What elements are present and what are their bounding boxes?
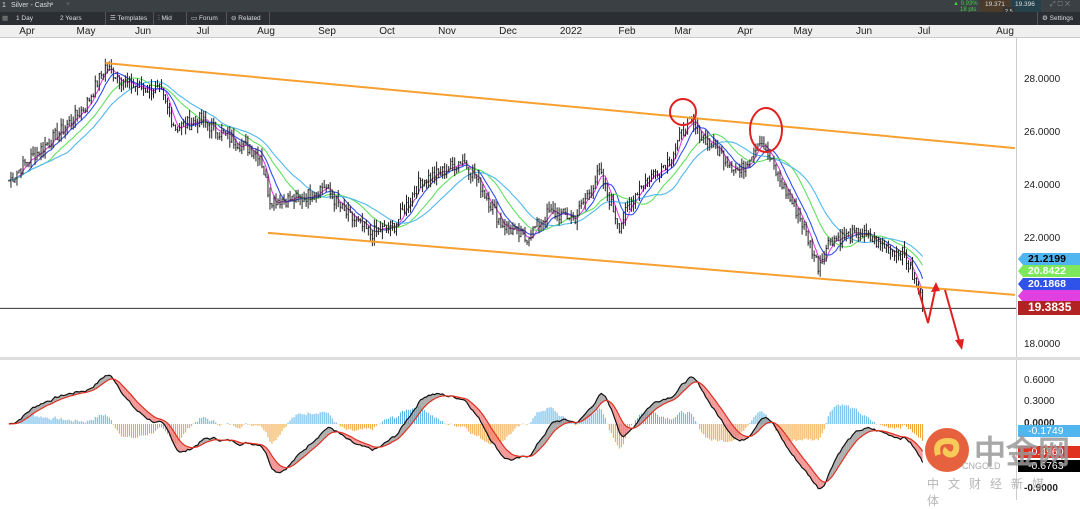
- add-tab-icon[interactable]: +: [66, 0, 70, 10]
- search-icon[interactable]: ⌕: [50, 0, 54, 10]
- annotation-arrow-down: [945, 290, 960, 344]
- settings-label: Settings: [1050, 15, 1074, 22]
- title-bar: 1 Silver - Cash ⌕ + ▲ 0.93% 18 pts 19.37…: [0, 0, 1080, 12]
- x-tick-label: Jul: [197, 26, 210, 37]
- signal-line: [9, 379, 923, 482]
- macd-y-tick-label: 0.6000: [1024, 375, 1055, 386]
- range-select[interactable]: 2 Years: [60, 14, 82, 24]
- ma-value-tag: 20.8422: [1018, 265, 1080, 277]
- moving-average-line: [9, 69, 923, 292]
- mid-button[interactable]: ⫶ Mid: [158, 14, 172, 24]
- related-label: Related: [238, 15, 260, 22]
- x-tick-label: Apr: [19, 26, 35, 37]
- x-tick-label: 2022: [560, 26, 582, 37]
- macd-line: [9, 375, 923, 488]
- bid-price[interactable]: 19.371: [985, 0, 1005, 10]
- y-tick-label: 26.0000: [1024, 127, 1060, 138]
- x-tick-label: Apr: [737, 26, 753, 37]
- layout-icon[interactable]: ▦: [2, 14, 8, 24]
- y-tick-label: 28.0000: [1024, 74, 1060, 85]
- related-button[interactable]: ⊖ Related: [231, 14, 261, 24]
- templates-button[interactable]: ☰ Templates: [110, 14, 147, 24]
- forum-icon: ▭: [191, 15, 199, 22]
- x-tick-label: Aug: [996, 26, 1014, 37]
- x-tick-label: Jun: [135, 26, 151, 37]
- macd-chart[interactable]: [0, 360, 1080, 500]
- mid-label: Mid: [161, 15, 171, 22]
- y-tick-label: 18.0000: [1024, 339, 1060, 350]
- x-tick-label: May: [794, 26, 813, 37]
- last-price-tag: 19.3835: [1018, 301, 1080, 315]
- annotation-arrowhead: [955, 339, 964, 350]
- channel-upper-line: [105, 63, 1015, 148]
- x-tick-label: Jul: [918, 26, 931, 37]
- ma-value-tag: 21.2199: [1018, 253, 1080, 265]
- window-controls-icon[interactable]: ⤢ ▢ ✕: [1050, 0, 1070, 10]
- forum-label: Forum: [199, 15, 218, 22]
- templates-icon: ☰: [110, 15, 118, 22]
- x-tick-label: Mar: [674, 26, 691, 37]
- forum-button[interactable]: ▭ Forum: [191, 14, 218, 24]
- instrument-tab[interactable]: Silver - Cash: [11, 1, 51, 11]
- annotation-arrowhead: [931, 282, 940, 292]
- ask-price[interactable]: 19.396: [1015, 0, 1035, 10]
- toolbar: ▦ 1 Day 2 Years ☰ Templates ⫶ Mid ▭ Foru…: [0, 12, 1080, 25]
- y-tick-label: 24.0000: [1024, 180, 1060, 191]
- templates-label: Templates: [118, 15, 148, 22]
- x-tick-label: Sep: [318, 26, 336, 37]
- x-tick-label: Oct: [379, 26, 395, 37]
- x-tick-label: May: [77, 26, 96, 37]
- settings-button[interactable]: ⚙ Settings: [1042, 14, 1073, 24]
- x-tick-label: Feb: [618, 26, 635, 37]
- x-tick-label: Aug: [257, 26, 275, 37]
- x-tick-label: Nov: [438, 26, 456, 37]
- x-tick-label: Dec: [499, 26, 517, 37]
- x-tick-label: Jun: [856, 26, 872, 37]
- interval-select[interactable]: 1 Day: [16, 14, 33, 24]
- price-chart[interactable]: [0, 38, 1080, 360]
- tab-number: 1: [2, 1, 6, 11]
- time-axis: Apr May Jun Jul Aug Sep Oct Nov Dec 2022 Feb Mar Apr…: [0, 25, 1080, 38]
- gear-icon: ⚙: [1042, 15, 1050, 22]
- cngold-watermark-logo: 中金网 CNGOLD 中文财经新媒体: [922, 425, 1072, 497]
- moving-average-line: [9, 73, 923, 279]
- y-tick-label: 22.0000: [1024, 233, 1060, 244]
- ma-value-tag: 20.1868: [1018, 278, 1080, 290]
- annotation-circle: [670, 99, 696, 125]
- macd-y-tick-label: 0.3000: [1024, 396, 1055, 407]
